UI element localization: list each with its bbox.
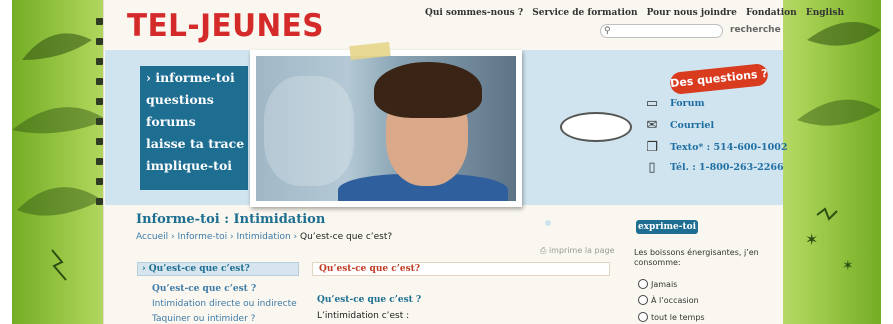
- svg-text:✶: ✶: [805, 230, 818, 249]
- poll-option-label: tout le temps: [651, 312, 705, 322]
- notebook-hole: [96, 178, 103, 185]
- svg-text:✶: ✶: [842, 258, 854, 274]
- sidebar-item-taquiner-ou-intimider[interactable]: Taquiner ou intimider ?: [152, 314, 255, 324]
- breadcrumb-current: Qu’est-ce que c’est?: [300, 232, 393, 242]
- nav-link-english[interactable]: English: [806, 8, 844, 18]
- print-button[interactable]: ⎙ imprime la page: [540, 246, 614, 256]
- radio-button[interactable]: [638, 279, 648, 289]
- contact-telephone-label: Tél. : 1-800-263-2266: [670, 162, 784, 173]
- magnifier-icon: ⚲: [604, 26, 611, 36]
- search-button[interactable]: recherche: [730, 25, 781, 35]
- contact-telephone[interactable]: ▯ Tél. : 1-800-263-2266: [644, 160, 784, 175]
- poll-option-tout-le-temps[interactable]: tout le temps: [638, 312, 705, 322]
- lips-illustration: [560, 112, 632, 142]
- notebook-hole: [96, 78, 103, 85]
- speech-bubble-icon: ▭: [645, 96, 659, 111]
- breadcrumb-intimidation[interactable]: Intimidation: [237, 232, 291, 242]
- print-label: imprime la page: [548, 246, 615, 255]
- radio-button[interactable]: [638, 312, 648, 322]
- menu-item-implique-toi[interactable]: implique-toi: [146, 158, 248, 176]
- sidebar-item-intimidation-directe[interactable]: Intimidation directe ou indirecte: [152, 299, 297, 309]
- sidebar-item-quest-ce-que-cest[interactable]: Qu’est-ce que c’est ?: [152, 284, 256, 294]
- poll-option-jamais[interactable]: Jamais: [638, 279, 677, 289]
- poll-option-label: Jamais: [651, 279, 678, 289]
- hero-photo-teen: [250, 50, 522, 207]
- notebook-hole: [96, 138, 103, 145]
- sidebar-header[interactable]: › Qu’est-ce que c’est?: [137, 262, 299, 276]
- menu-item-questions[interactable]: questions: [146, 92, 248, 110]
- nav-link-qui-sommes-nous[interactable]: Qui sommes-nous ?: [425, 8, 523, 18]
- contact-forum-label: Forum: [670, 98, 705, 109]
- contact-texto-label: Texto* : 514-600-1002: [670, 142, 788, 153]
- poll-option-label: À l’occasion: [651, 295, 699, 305]
- envelope-icon: ✉: [646, 118, 658, 133]
- mobile-phone-icon: ▯: [648, 160, 656, 175]
- breadcrumb-separator: ›: [171, 232, 175, 242]
- page-title: Informe-toi : Intimidation: [136, 212, 326, 227]
- nav-link-fondation[interactable]: Fondation: [746, 8, 797, 18]
- menu-item-informe-toi[interactable]: › informe-toi: [146, 70, 248, 88]
- nav-link-service-de-formation[interactable]: Service de formation: [532, 8, 637, 18]
- main-menu: › informe-toi questions forums laisse ta…: [140, 66, 248, 190]
- breadcrumb: Accueil › Informe-toi › Intimidation › Q…: [136, 232, 392, 242]
- nav-link-pour-nous-joindre[interactable]: Pour nous joindre: [647, 8, 737, 18]
- contact-courriel-label: Courriel: [670, 120, 715, 131]
- poll-question: Les boissons énergisantes, j’en consomme…: [634, 248, 759, 267]
- notebook-hole: [96, 58, 103, 65]
- top-navigation: Qui sommes-nous ? Service de formation P…: [425, 8, 850, 18]
- contact-forum[interactable]: ▭ Forum: [644, 96, 705, 111]
- breadcrumb-separator: ›: [293, 232, 298, 242]
- content-header-label: Qu’est-ce que c’est?: [319, 264, 421, 274]
- breadcrumb-separator: ›: [230, 232, 234, 242]
- printer-icon: ⎙: [540, 246, 547, 255]
- notebook-hole: [96, 198, 103, 205]
- search-input[interactable]: ⚲: [600, 24, 723, 38]
- notebook-hole: [96, 18, 103, 25]
- content-answer: L’intimidation c’est :: [317, 311, 410, 321]
- sidebar-header-label: › Qu’est-ce que c’est?: [142, 264, 250, 274]
- site-logo[interactable]: TEL-JEUNES: [127, 8, 324, 44]
- contact-courriel[interactable]: ✉ Courriel: [644, 118, 715, 133]
- menu-item-laisse-ta-trace[interactable]: laisse ta trace: [146, 136, 248, 154]
- menu-item-forums[interactable]: forums: [146, 114, 248, 132]
- contact-texto[interactable]: ❐ Texto* : 514-600-1002: [644, 140, 788, 155]
- radio-button[interactable]: [638, 295, 648, 305]
- exprime-toi-button[interactable]: exprime-toi: [636, 220, 698, 234]
- notebook-hole: [96, 98, 103, 105]
- right-foliage-decoration: ✶ ✶: [797, 22, 881, 274]
- poll-option-occasion[interactable]: À l’occasion: [638, 295, 699, 305]
- chat-bubbles-icon: ❐: [646, 140, 658, 155]
- notebook-hole: [96, 158, 103, 165]
- breadcrumb-informe-toi[interactable]: Informe-toi: [178, 232, 228, 242]
- breadcrumb-accueil[interactable]: Accueil: [136, 232, 168, 242]
- notebook-hole: [96, 38, 103, 45]
- content-header: Qu’est-ce que c’est?: [312, 262, 610, 276]
- notebook-hole: [96, 118, 103, 125]
- content-question: Qu’est-ce que c’est ?: [317, 295, 422, 305]
